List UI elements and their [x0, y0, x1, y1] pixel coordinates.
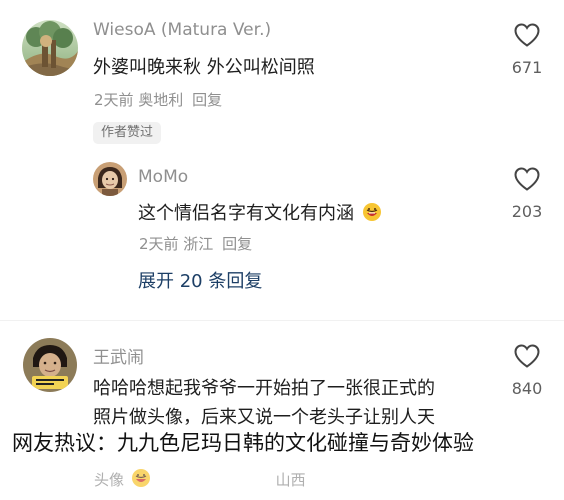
- comment-section: WiesoA (Matura Ver.) 外婆叫晚来秋 外公叫松间照 2天前 奥…: [0, 0, 564, 500]
- reply-button[interactable]: 回复: [222, 235, 252, 253]
- reply-username[interactable]: MoMo: [138, 167, 188, 187]
- expand-replies-button[interactable]: 展开 20 条回复: [138, 267, 262, 293]
- comment-username[interactable]: 王武闹: [93, 343, 144, 368]
- reply-item-1: MoMo 这个情侣名字有文化有内涵 2天前 浙江 回复 203: [0, 160, 564, 260]
- author-liked-badge: 作者赞过: [93, 122, 162, 144]
- reply-meta: 2天前 浙江 回复: [139, 233, 252, 254]
- like-block[interactable]: 671: [502, 22, 552, 77]
- avatar[interactable]: [93, 162, 127, 196]
- heart-outline-icon[interactable]: [502, 166, 552, 192]
- like-block[interactable]: 840: [502, 343, 552, 398]
- reply-button[interactable]: 回复: [192, 91, 222, 109]
- reply-text: 这个情侣名字有文化有内涵: [138, 203, 354, 224]
- comment-item-1: WiesoA (Matura Ver.) 外婆叫晚来秋 外公叫松间照 2天前 奥…: [0, 0, 564, 160]
- like-count: 840: [511, 379, 543, 398]
- reply-time-location: 2天前 浙江: [139, 235, 214, 253]
- divider: [0, 320, 564, 321]
- like-count: 671: [511, 58, 543, 77]
- comment-text: 外婆叫晚来秋 外公叫松间照: [93, 57, 315, 78]
- reply-text-row: 这个情侣名字有文化有内涵: [138, 199, 382, 225]
- comment-text-line-1: 哈哈哈想起我爷爷一开始拍了一张很正式的: [93, 378, 435, 399]
- avatar[interactable]: [22, 20, 78, 76]
- like-count: 203: [511, 202, 543, 221]
- heart-outline-icon[interactable]: [502, 22, 552, 48]
- comment-username[interactable]: WiesoA (Matura Ver.): [93, 20, 271, 40]
- grinning-face-icon: [362, 202, 382, 222]
- avatar[interactable]: [23, 338, 77, 392]
- comment-time-location: 2天前 奥地利: [94, 91, 184, 109]
- image-caption: 网友热议：九九色尼玛日韩的文化碰撞与奇妙体验: [12, 431, 474, 455]
- comment-meta: 2天前 奥地利 回复: [94, 89, 222, 110]
- like-block[interactable]: 203: [502, 166, 552, 221]
- heart-outline-icon[interactable]: [502, 343, 552, 369]
